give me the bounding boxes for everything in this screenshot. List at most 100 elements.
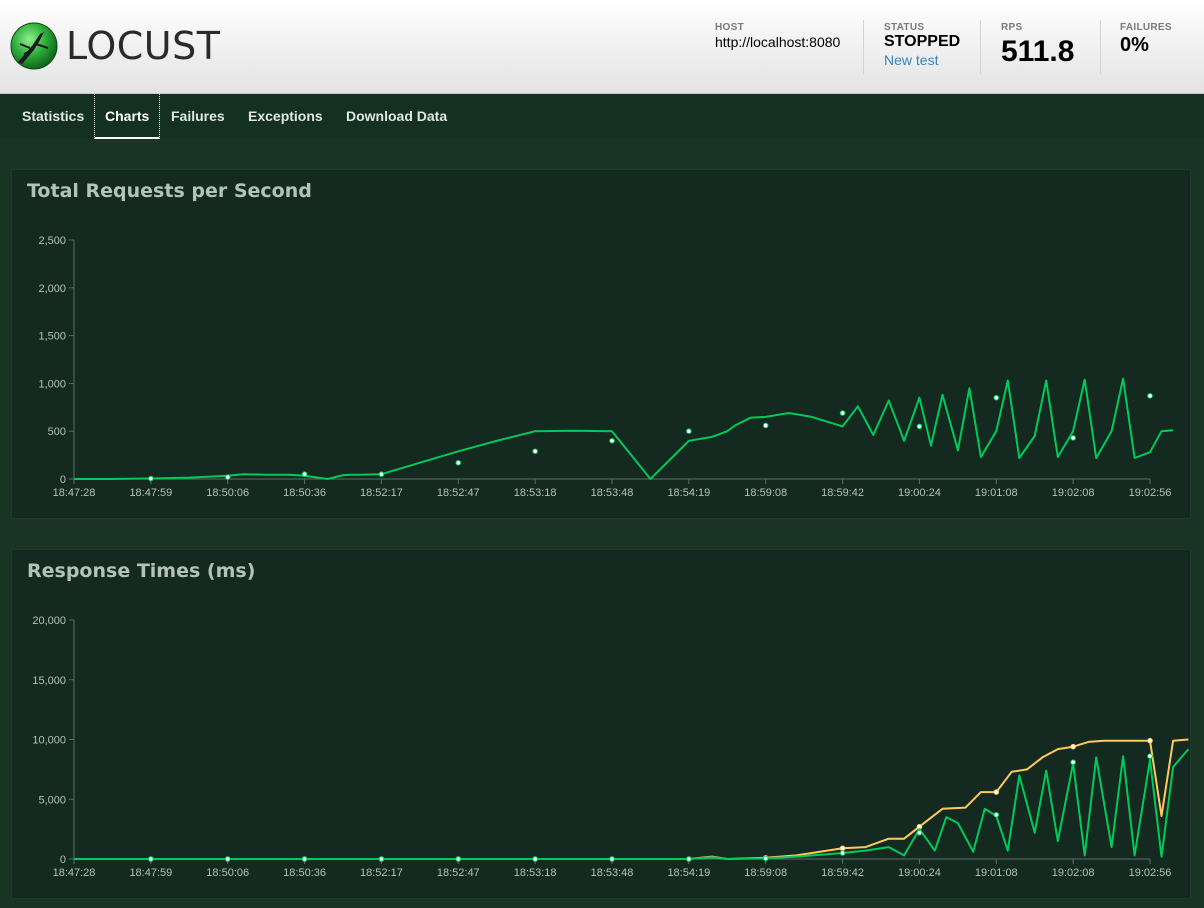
data-point [686,856,692,862]
data-point [148,856,154,862]
host-label: HOST [715,22,744,33]
data-point [1147,737,1153,744]
y-tick-label: 2,500 [38,235,66,247]
x-tick-label: 18:50:36 [283,487,326,499]
data-point [301,856,308,862]
x-tick-label: 18:53:48 [591,867,634,879]
data-point [224,474,231,480]
new-test-link[interactable]: New test [884,52,960,68]
status-value: STOPPED [884,33,961,50]
x-tick-label: 19:02:56 [1129,487,1172,499]
tab-statistics[interactable]: Statistics [12,94,94,139]
data-point [1147,753,1153,760]
data-point [378,856,385,862]
y-tick-label: 10,000 [32,735,66,747]
x-tick-label: 18:50:06 [206,867,249,879]
host-stat: HOST http://localhost:8080 [715,22,840,50]
data-point [993,789,1000,795]
header-divider [863,20,864,74]
response-times-chart-panel: Response Times (ms) 0 5,000 10,000 15,000 20… [11,549,1191,899]
x-tick-label: 18:47:28 [53,867,96,879]
x-tick-label: 18:52:17 [360,867,403,879]
x-tick-label: 18:52:47 [437,867,480,879]
x-tick-label: 18:50:36 [283,867,326,879]
data-point [762,422,769,429]
y-tick-label: 1,500 [38,331,66,343]
x-tick-label: 18:47:59 [129,867,172,879]
data-point [916,423,923,430]
x-tick-label: 18:59:08 [744,867,787,879]
data-point [839,850,846,856]
x-tick-label: 18:53:48 [591,487,634,499]
data-point [378,471,385,478]
brand-name: LOCUST [66,24,221,68]
data-point [916,829,923,836]
x-tick-label: 18:59:42 [821,867,864,879]
x-tick-label: 18:50:06 [206,487,249,499]
data-point [301,471,308,478]
x-tick-label: 18:53:18 [514,867,557,879]
tab-exceptions[interactable]: Exceptions [238,94,333,139]
x-tick-label: 19:02:08 [1052,487,1095,499]
data-point [532,448,538,455]
x-tick-label: 19:00:24 [898,487,941,499]
status-stat: STATUS STOPPED New test [884,22,960,68]
x-tick-label: 18:52:47 [437,487,480,499]
y-tick-label: 5,000 [38,794,66,806]
rps-chart: 0 500 1,000 1,500 2,000 2,500 18:47:28 18:47:59… [38,235,1174,499]
locust-logo-icon [10,22,58,70]
y-tick-label: 0 [60,854,66,866]
rps-stat: RPS 511.8 [1001,22,1074,69]
response-times-chart-title: Response Times (ms) [27,560,256,582]
x-tick-label: 18:53:18 [514,487,557,499]
series-line [74,748,1190,860]
series-line [74,377,1174,480]
x-tick-label: 18:52:17 [360,487,403,499]
x-tick-label: 19:02:56 [1129,867,1172,879]
rps-chart-panel: Total Requests per Second 0 500 1,000 1,500… [11,169,1191,519]
x-tick-label: 19:00:24 [898,867,941,879]
x-tick-label: 19:01:08 [975,867,1018,879]
tab-download-data[interactable]: Download Data [336,94,457,139]
status-label: STATUS [884,22,925,33]
x-tick-label: 19:02:08 [1052,867,1095,879]
failures-stat: FAILURES 0% [1120,22,1172,57]
data-point [686,428,692,435]
top-header: LOCUST HOST http://localhost:8080 STATUS… [0,0,1204,94]
data-point [609,437,615,444]
y-tick-label: 500 [48,426,66,438]
y-tick-label: 1,000 [38,378,66,390]
data-point [455,856,462,862]
response-times-chart: 0 5,000 10,000 15,000 20,000 18:47:28 18:47:59… [32,615,1190,879]
rps-label: RPS [1001,22,1023,33]
data-point [993,811,1000,818]
data-point [1147,393,1153,399]
failures-value: 0% [1120,34,1149,56]
series-line [74,738,1189,860]
y-tick-label: 15,000 [32,675,66,687]
data-point [1070,759,1076,766]
y-tick-label: 2,000 [38,283,66,295]
x-tick-label: 18:59:08 [744,487,787,499]
data-point [532,856,538,862]
y-tick-label: 20,000 [32,615,66,627]
data-point [224,856,231,862]
data-point [455,459,462,466]
tab-failures[interactable]: Failures [161,94,235,139]
data-point [993,394,1000,401]
tab-charts[interactable]: Charts [94,94,161,139]
data-point [839,410,846,416]
main-nav: Statistics Charts Failures Exceptions Do… [0,94,1204,139]
rps-chart-title: Total Requests per Second [27,180,312,202]
x-tick-label: 18:47:28 [53,487,96,499]
x-tick-label: 18:54:19 [667,867,710,879]
header-divider [980,20,981,74]
data-point [1070,435,1076,441]
rps-value: 511.8 [1001,35,1075,68]
x-tick-label: 18:59:42 [821,487,864,499]
host-value: http://localhost:8080 [715,34,841,50]
failures-label: FAILURES [1120,22,1172,33]
data-point [609,856,615,862]
data-point [148,475,154,482]
x-tick-label: 19:01:08 [975,487,1018,499]
